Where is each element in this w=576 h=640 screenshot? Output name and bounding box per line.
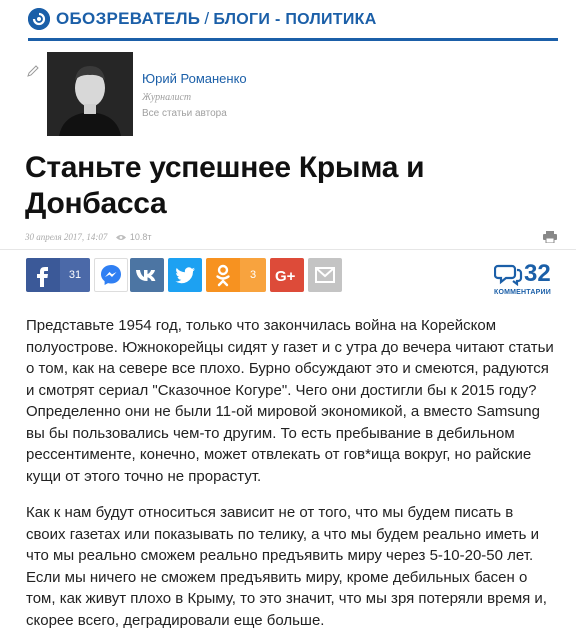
facebook-share-button[interactable] [26,258,60,292]
breadcrumb-separator: / [204,9,210,28]
odnoklassniki-share-count: 3 [240,258,266,292]
article-meta: 30 апреля 2017, 14:07 10.8т [25,232,152,243]
comments-count: 32 [524,260,551,287]
breadcrumb: ОБОЗРЕВАТЕЛЬ / БЛОГИ - ПОЛИТИКА [56,9,377,29]
author-name-link[interactable]: Юрий Романенко [142,71,247,86]
article-date: 30 апреля 2017, 14:07 [25,232,108,242]
comments-label: КОММЕНТАРИИ [494,289,551,296]
comments-icon [494,264,523,286]
site-logo-icon[interactable] [28,8,50,30]
comments-link[interactable]: 32 КОММЕНТАРИИ [494,260,564,296]
twitter-icon [175,267,195,284]
vkontakte-share-button[interactable] [130,258,164,292]
article-paragraph: Представьте 1954 год, только что закончи… [26,317,554,485]
article-views: 10.8т [129,232,152,242]
meta-divider [0,249,576,250]
google-plus-icon: G+ [275,268,296,285]
facebook-share-count: 31 [60,258,90,292]
google-plus-share-button[interactable]: G+ [270,258,304,292]
article-title: Станьте успешнее Крыма и Донбасса [25,151,425,220]
email-share-button[interactable] [308,258,342,292]
messenger-share-button[interactable] [94,258,128,292]
header-divider [28,38,558,41]
eye-icon [115,233,126,243]
odnoklassniki-share-button[interactable] [206,258,240,292]
site-header: ОБОЗРЕВАТЕЛЬ / БЛОГИ - ПОЛИТИКА [0,0,576,42]
author-avatar[interactable] [47,52,133,136]
author-role: Журналист [142,92,192,103]
pen-icon [26,64,40,78]
twitter-share-button[interactable] [168,258,202,292]
author-all-articles-link[interactable]: Все статьи автора [142,108,227,119]
messenger-icon [101,265,121,285]
vk-icon [136,270,156,281]
breadcrumb-section-link[interactable]: БЛОГИ - ПОЛИТИКА [213,11,376,28]
ok-icon [216,264,230,287]
envelope-icon [315,267,335,283]
print-icon[interactable] [543,230,557,244]
brand-link[interactable]: ОБОЗРЕВАТЕЛЬ [56,9,200,28]
svg-text:G+: G+ [275,268,296,285]
facebook-icon [37,267,48,287]
article-paragraph: Как к нам будут относиться зависит не от… [26,504,547,629]
